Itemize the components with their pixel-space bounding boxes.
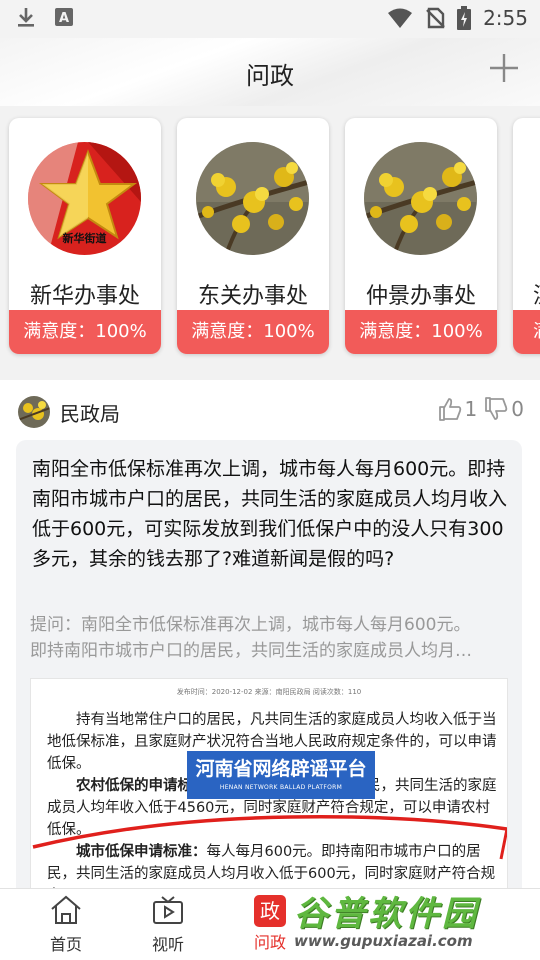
like-button[interactable]: 1 bbox=[437, 396, 478, 422]
nav-label: 问政 bbox=[253, 933, 286, 952]
post-content[interactable]: 南阳全市低保标准再次上调，城市每人每月600元。即持南阳市城市户口的居民，共同生… bbox=[16, 440, 522, 900]
site-watermark: 谷普软件园 www.gupuxiazai.com bbox=[294, 895, 534, 953]
stamp-title: 河南省网络辟谣平台 bbox=[195, 758, 367, 780]
question-text: 南阳全市低保标准再次上调，城市每人每月600元。即持南阳市城市户口的居民，共同生… bbox=[32, 458, 508, 570]
satisfaction-badge: 满意度：100% bbox=[345, 310, 497, 354]
stamp-subtitle: HENAN NETWORK BALLAD PLATFORM bbox=[219, 784, 343, 791]
watermark-title: 谷普软件园 bbox=[294, 894, 479, 934]
svg-text:A: A bbox=[59, 11, 69, 26]
nav-inquiry[interactable]: 政 问政 bbox=[240, 895, 300, 953]
thumbs-down-icon bbox=[485, 397, 508, 420]
ask-line: 提问：南阳全市低保标准再次上调，城市每人每月600元。 bbox=[30, 615, 471, 635]
ask-line: 即持南阳市城市户口的居民，共同生活的家庭成员人均月… bbox=[30, 641, 472, 661]
office-card-partial[interactable]: 溧 满 bbox=[513, 118, 540, 354]
no-sim-icon bbox=[426, 7, 445, 29]
nav-home[interactable]: 首页 bbox=[36, 895, 96, 955]
page-title: 问政 bbox=[246, 62, 294, 90]
like-count: 1 bbox=[464, 397, 478, 421]
nav-label: 首页 bbox=[49, 935, 82, 954]
add-icon[interactable] bbox=[486, 50, 522, 86]
page-header: 问政 bbox=[0, 38, 540, 106]
nav-audio-video[interactable]: 视听 bbox=[138, 895, 198, 955]
battery-charging-icon bbox=[457, 6, 472, 30]
dislike-count: 0 bbox=[511, 397, 524, 421]
flower-photo bbox=[364, 142, 477, 255]
office-card-dongguan[interactable]: 东关办事处 满意度：100% bbox=[177, 118, 329, 354]
post-author[interactable]: 民政局 bbox=[18, 396, 120, 428]
status-time: 2:55 bbox=[483, 6, 528, 30]
office-card-xinhua[interactable]: 新华街道 新华办事处 满意度：100% bbox=[9, 118, 161, 354]
gov-icon: 政 bbox=[254, 895, 286, 927]
office-name: 新华办事处 bbox=[29, 284, 140, 309]
office-name: 仲景办事处 bbox=[365, 284, 476, 309]
xinhua-logo: 新华街道 bbox=[28, 142, 141, 255]
vote-bar: 1 0 bbox=[437, 396, 524, 422]
office-name: 东关办事处 bbox=[197, 284, 308, 309]
xinhua-logo-text: 新华街道 bbox=[62, 232, 107, 245]
satisfaction-badge: 满意度：100% bbox=[177, 310, 329, 354]
thumbs-up-icon bbox=[438, 398, 461, 421]
font-app-icon: A bbox=[55, 8, 73, 26]
download-icon bbox=[18, 8, 34, 27]
nav-label: 视听 bbox=[151, 935, 184, 954]
tv-play-icon bbox=[153, 896, 183, 924]
office-card-zhongjing[interactable]: 仲景办事处 满意度：100% bbox=[345, 118, 497, 354]
flower-photo bbox=[196, 142, 309, 255]
status-bar: A 2:55 bbox=[0, 0, 540, 38]
ask-preview: 提问：南阳全市低保标准再次上调，城市每人每月600元。 即持南阳市城市户口的居民… bbox=[30, 612, 508, 664]
office-name: 溧 bbox=[513, 278, 540, 310]
author-name: 民政局 bbox=[60, 401, 120, 426]
question-post[interactable]: 民政局 1 0 南阳全市低保标准再次上调，城市每人每月600元。即持南阳市城市户… bbox=[0, 380, 540, 900]
satisfaction-badge: 满 bbox=[513, 310, 540, 354]
author-avatar bbox=[18, 396, 50, 428]
rumor-platform-stamp: 河南省网络辟谣平台 HENAN NETWORK BALLAD PLATFORM bbox=[187, 751, 375, 799]
satisfaction-badge: 满意度：100% bbox=[9, 310, 161, 354]
office-card-list: 新华街道 新华办事处 满意度：100% 东关办事处 满意度：100% 仲景办事处… bbox=[0, 106, 540, 368]
home-icon bbox=[51, 895, 81, 924]
dislike-button[interactable]: 0 bbox=[483, 396, 524, 422]
attached-document-image[interactable]: 发布时间：2020-12-02 来源：南阳民政局 阅读次数：110 持有当地常住… bbox=[30, 678, 508, 900]
wifi-icon bbox=[388, 8, 413, 28]
watermark-url: www.gupuxiazai.com bbox=[294, 932, 473, 950]
bottom-nav: 首页 视听 政 问政 谷普软件园 www.gupuxiazai.com bbox=[0, 888, 540, 960]
